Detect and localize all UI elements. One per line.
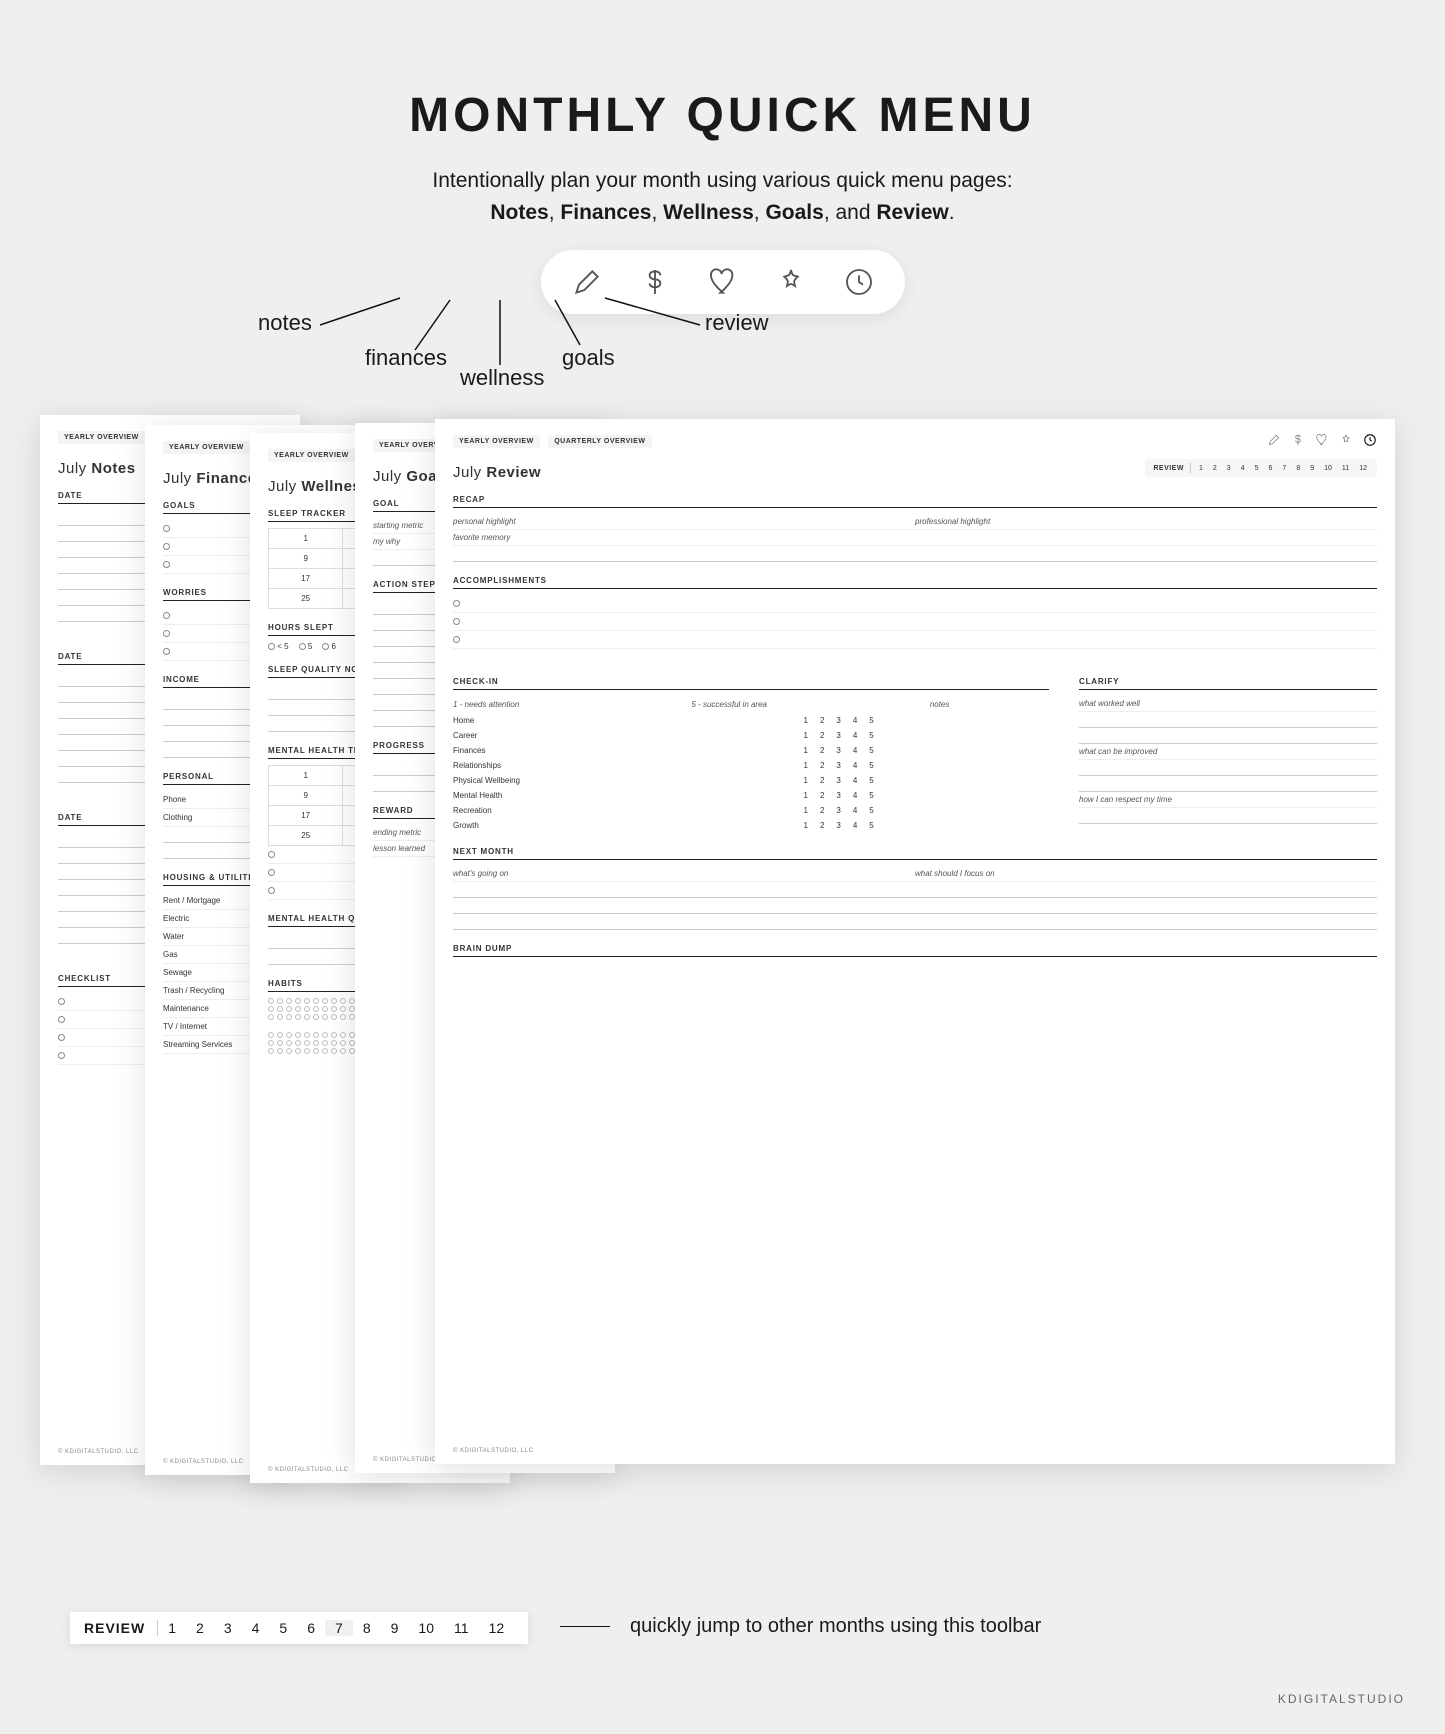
checkin-row: Home12345 <box>453 713 1049 728</box>
pencil-icon <box>569 264 605 300</box>
quick-menu-icons <box>1267 433 1377 449</box>
month-2[interactable]: 2 <box>186 1620 214 1636</box>
month-11[interactable]: 11 <box>1340 465 1351 472</box>
label-wellness: wellness <box>460 365 544 391</box>
month-6[interactable]: 6 <box>297 1620 325 1636</box>
label-finances: finances <box>365 345 447 371</box>
month-10[interactable]: 10 <box>408 1620 444 1636</box>
label-goals: goals <box>562 345 615 371</box>
month-12[interactable]: 12 <box>479 1620 515 1636</box>
checkin-row: Career12345 <box>453 728 1049 743</box>
heart-icon <box>705 264 741 300</box>
star-icon[interactable] <box>1339 433 1353 449</box>
month-8[interactable]: 8 <box>353 1620 381 1636</box>
page-subtitle: Intentionally plan your month using vari… <box>0 165 1445 228</box>
checkin-row: Mental Health12345 <box>453 788 1049 803</box>
month-5[interactable]: 5 <box>1253 465 1261 472</box>
month-11[interactable]: 11 <box>444 1620 479 1636</box>
month-toolbar: REVIEW 1 2 3 4 5 6 7 8 9 10 11 12 <box>1145 459 1377 477</box>
pencil-icon[interactable] <box>1267 433 1281 449</box>
month-2[interactable]: 2 <box>1211 465 1219 472</box>
month-3[interactable]: 3 <box>1225 465 1233 472</box>
tab-yearly-overview[interactable]: YEARLY OVERVIEW <box>268 449 355 462</box>
checkin-row: Growth12345 <box>453 818 1049 833</box>
month-12[interactable]: 12 <box>1357 465 1369 472</box>
label-review: review <box>705 310 769 336</box>
toolbar-caption: quickly jump to other months using this … <box>560 1615 1041 1638</box>
star-icon <box>773 264 809 300</box>
page-title: MONTHLY QUICK MENU <box>0 0 1445 143</box>
month-9[interactable]: 9 <box>381 1620 409 1636</box>
pages-stack: YEARLY OVERVIEW July Notes DATE DATE DAT… <box>40 415 1405 1604</box>
month-3[interactable]: 3 <box>214 1620 242 1636</box>
month-6[interactable]: 6 <box>1267 465 1275 472</box>
checkin-row: Finances12345 <box>453 743 1049 758</box>
month-7[interactable]: 7 <box>1280 465 1288 472</box>
month-toolbar-closeup: REVIEW 1 2 3 4 5 6 7 8 9 10 11 12 <box>70 1612 528 1644</box>
dollar-icon[interactable] <box>1291 433 1305 449</box>
month-1[interactable]: 1 <box>1197 465 1205 472</box>
label-notes: notes <box>258 310 312 336</box>
credit: KDIGITALSTUDIO <box>1278 1692 1405 1706</box>
tab-yearly-overview[interactable]: YEARLY OVERVIEW <box>453 435 540 448</box>
quick-menu-iconbar <box>541 250 905 314</box>
month-9[interactable]: 9 <box>1308 465 1316 472</box>
dollar-icon <box>637 264 673 300</box>
month-7[interactable]: 7 <box>325 1620 353 1636</box>
month-5[interactable]: 5 <box>269 1620 297 1636</box>
checkin-row: Physical Wellbeing12345 <box>453 773 1049 788</box>
month-10[interactable]: 10 <box>1322 465 1334 472</box>
checkin-row: Recreation12345 <box>453 803 1049 818</box>
tab-yearly-overview[interactable]: YEARLY OVERVIEW <box>58 431 145 444</box>
page-review: YEARLY OVERVIEW QUARTERLY OVERVIEW REVIE… <box>435 419 1395 1464</box>
clock-icon <box>841 264 877 300</box>
month-4[interactable]: 4 <box>1239 465 1247 472</box>
checkin-row: Relationships12345 <box>453 758 1049 773</box>
month-4[interactable]: 4 <box>242 1620 270 1636</box>
tab-quarterly-overview[interactable]: QUARTERLY OVERVIEW <box>548 435 651 448</box>
month-1[interactable]: 1 <box>158 1620 186 1636</box>
month-8[interactable]: 8 <box>1294 465 1302 472</box>
clock-icon[interactable] <box>1363 433 1377 449</box>
tab-yearly-overview[interactable]: YEARLY OVERVIEW <box>163 441 250 454</box>
heart-icon[interactable] <box>1315 433 1329 449</box>
